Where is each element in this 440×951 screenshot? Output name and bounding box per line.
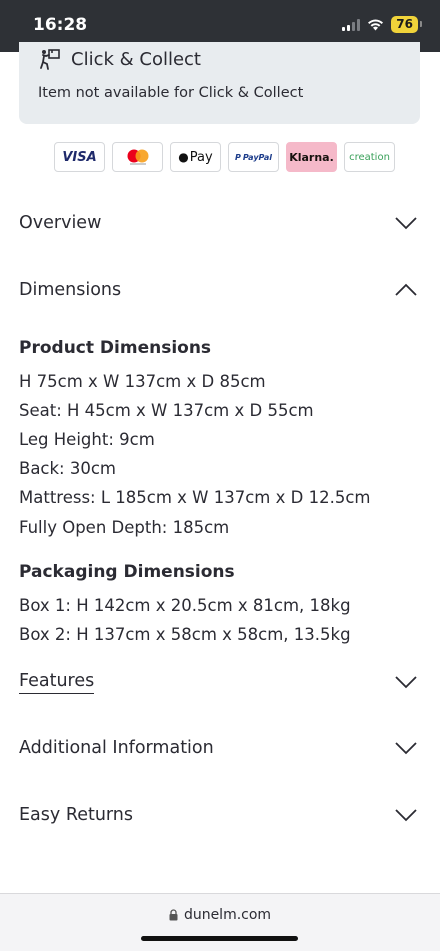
product-dimension-line: Mattress: L 185cm x W 137cm x D 12.5cm	[19, 488, 371, 507]
klarna-badge: Klarna.	[286, 142, 337, 172]
creation-badge: creation	[344, 142, 395, 172]
accordion-returns-label: Easy Returns	[19, 805, 134, 825]
battery-indicator: 76	[391, 16, 422, 33]
chevron-down-icon	[395, 809, 417, 822]
wifi-icon	[368, 19, 384, 31]
chevron-down-icon	[395, 742, 417, 755]
paypal-label: PayPal	[242, 152, 273, 162]
mastercard-icon	[127, 149, 148, 165]
browser-bottom-bar: dunelm.com	[0, 893, 440, 951]
click-collect-icon	[40, 49, 60, 70]
chevron-down-icon	[395, 676, 417, 689]
apple-pay-label: Pay	[189, 149, 213, 165]
home-indicator[interactable]	[141, 936, 298, 941]
apple-pay-badge: ● Pay	[170, 142, 221, 172]
product-dimensions-heading: Product Dimensions	[19, 338, 212, 358]
accordion-dimensions[interactable]: Dimensions	[0, 270, 440, 310]
accordion-additional-label: Additional Information	[19, 738, 214, 758]
paypal-badge: P PayPal	[228, 142, 279, 172]
product-dimension-line: Fully Open Depth: 185cm	[19, 518, 230, 537]
accordion-overview-label: Overview	[19, 213, 102, 233]
accordion-easy-returns[interactable]: Easy Returns	[0, 795, 440, 835]
cellular-signal-icon	[342, 18, 361, 31]
accordion-features[interactable]: Features	[0, 662, 440, 702]
packaging-dimension-line: Box 2: H 137cm x 58cm x 58cm, 13.5kg	[19, 625, 351, 644]
chevron-down-icon	[395, 217, 417, 230]
accordion-dimensions-label: Dimensions	[19, 280, 122, 300]
url-text: dunelm.com	[183, 907, 272, 923]
packaging-dimension-line: Box 1: H 142cm x 20.5cm x 81cm, 18kg	[19, 596, 351, 615]
product-dimension-line: Seat: H 45cm x W 137cm x D 55cm	[19, 401, 314, 420]
click-collect-heading: Click & Collect	[39, 48, 201, 70]
mastercard-badge	[112, 142, 163, 172]
product-dimension-line: Back: 30cm	[19, 459, 117, 478]
status-time: 16:28	[33, 15, 88, 35]
click-collect-card: Click & Collect Item not available for C…	[19, 42, 420, 124]
status-icons: 76	[342, 16, 422, 33]
address-bar[interactable]: dunelm.com	[0, 907, 440, 923]
click-collect-note: Item not available for Click & Collect	[38, 85, 304, 101]
payment-methods: VISA ● Pay P PayPal Klarna. creation	[54, 142, 395, 172]
apple-icon: ●	[178, 150, 189, 164]
click-collect-title: Click & Collect	[71, 48, 201, 70]
lock-icon	[169, 909, 178, 921]
product-dimension-line: Leg Height: 9cm	[19, 430, 155, 449]
paypal-icon: P	[234, 152, 241, 162]
product-dimension-line: H 75cm x W 137cm x D 85cm	[19, 372, 266, 391]
packaging-dimensions-heading: Packaging Dimensions	[19, 562, 235, 582]
chevron-up-icon	[395, 283, 417, 296]
accordion-features-label: Features	[19, 671, 95, 694]
visa-badge: VISA	[54, 142, 105, 172]
accordion-additional-information[interactable]: Additional Information	[0, 728, 440, 768]
accordion-overview[interactable]: Overview	[0, 203, 440, 243]
